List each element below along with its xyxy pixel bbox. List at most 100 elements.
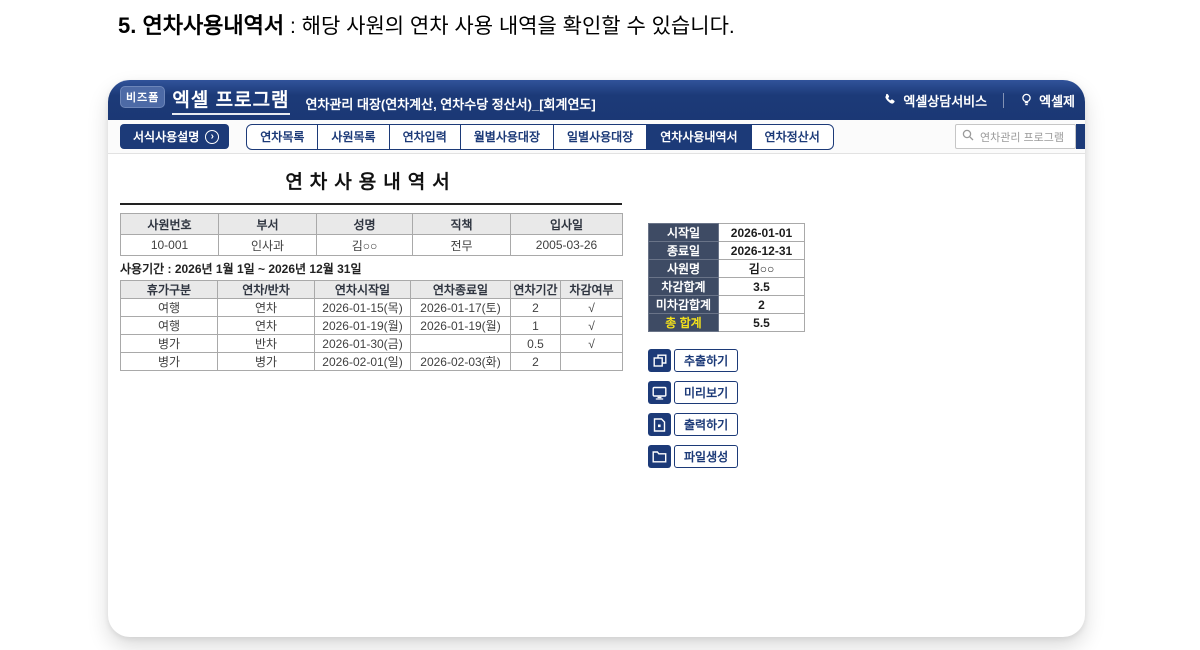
- page-heading-title: 5. 연차사용내역서: [118, 13, 285, 38]
- summary-label: 차감합계: [648, 277, 719, 296]
- summary-value: 3.5: [718, 277, 805, 296]
- table-cell: √: [560, 316, 623, 335]
- extract-button[interactable]: 추출하기: [648, 349, 808, 372]
- print-button-label: 출력하기: [674, 413, 739, 436]
- nav-row: 서식사용설명 › 연차목록 사원목록 연차입력 월별사용대장 일별사용대장 연차…: [108, 120, 1085, 154]
- page-heading-desc: : 해당 사원의 연차 사용 내역을 확인할 수 있습니다.: [284, 15, 735, 38]
- usage-period-label: 사용기간 : 2026년 1월 1일 ~ 2026년 12월 31일: [120, 262, 362, 276]
- excel-link[interactable]: 엑셀제: [1020, 91, 1075, 110]
- usage-row: 병가 병가 2026-02-01(일) 2026-02-03(화) 2: [120, 352, 623, 371]
- usage-row: 여행 연차 2026-01-19(월) 2026-01-19(월) 1 √: [120, 316, 623, 335]
- table-cell: 2026-01-17(토): [410, 298, 511, 317]
- usage-row: 병가 반차 2026-01-30(금) 0.5 √: [120, 334, 623, 353]
- column-header: 휴가구분: [120, 280, 218, 299]
- tab-settlement[interactable]: 연차정산서: [750, 124, 833, 149]
- table-cell: √: [560, 334, 623, 353]
- tab-employee-list[interactable]: 사원목록: [317, 124, 388, 149]
- consult-service-link[interactable]: 엑셀상담서비스: [883, 91, 987, 110]
- search-placeholder: 연차관리 프로그램: [980, 131, 1065, 144]
- summary-row: 사원명 김○○: [648, 259, 805, 278]
- employee-header-row: 사원번호 부서 성명 직책 입사일: [120, 213, 623, 235]
- column-header: 연차기간: [510, 280, 561, 299]
- table-cell: 반차: [217, 334, 315, 353]
- column-header: 성명: [316, 213, 413, 235]
- file-create-icon: [648, 445, 671, 468]
- search-input[interactable]: 연차관리 프로그램: [955, 124, 1076, 149]
- column-header: 연차종료일: [410, 280, 511, 299]
- preview-icon: [648, 381, 671, 404]
- summary-table: 시작일 2026-01-01 종료일 2026-12-31 사원명 김○○ 차감…: [648, 223, 805, 332]
- table-cell: √: [560, 298, 623, 317]
- phone-icon: [883, 93, 897, 107]
- table-cell: 연차: [217, 316, 315, 335]
- table-cell: 2026-01-19(월): [410, 316, 511, 335]
- header-links: 엑셀상담서비스 엑셀제: [883, 91, 1075, 110]
- table-cell: [560, 352, 623, 371]
- table-cell: 2026-01-15(목): [314, 298, 411, 317]
- tab-leave-list[interactable]: 연차목록: [247, 125, 317, 149]
- extract-icon: [648, 349, 671, 372]
- arrow-circle-icon: ›: [205, 129, 220, 144]
- tab-usage-report[interactable]: 연차사용내역서: [646, 124, 751, 149]
- table-cell: 1: [510, 316, 561, 335]
- search-icon: [962, 128, 974, 146]
- summary-label: 시작일: [648, 223, 719, 242]
- employee-table: 사원번호 부서 성명 직책 입사일 10-001 인사과 김○○ 전무 2005…: [120, 213, 623, 256]
- column-header: 연차/반차: [217, 280, 315, 299]
- action-buttons: 추출하기 미리보기 출력하기 파일생성: [648, 349, 808, 468]
- file-create-button[interactable]: 파일생성: [648, 445, 808, 468]
- column-header: 직책: [412, 213, 511, 235]
- tab-bar: 연차목록 사원목록 연차입력 월별사용대장 일별사용대장 연차사용내역서 연차정…: [246, 123, 834, 150]
- usage-row: 여행 연차 2026-01-15(목) 2026-01-17(토) 2 √: [120, 298, 623, 317]
- tab-monthly-ledger[interactable]: 월별사용대장: [459, 124, 553, 149]
- summary-column: 시작일 2026-01-01 종료일 2026-12-31 사원명 김○○ 차감…: [648, 223, 808, 468]
- file-create-button-label: 파일생성: [674, 445, 739, 468]
- app-subtitle: 연차관리 대장(연차계산, 연차수당 정산서)_[회계연도]: [305, 96, 596, 112]
- summary-value: 2026-01-01: [718, 223, 805, 242]
- page: 5. 연차사용내역서 : 해당 사원의 연차 사용 내역을 확인할 수 있습니다…: [0, 0, 1200, 650]
- table-cell: 2026-01-30(금): [314, 334, 411, 353]
- main-content: 연차사용내역서 사원번호 부서 성명 직책 입사일 10-001 인사과 김○○: [108, 167, 1085, 468]
- print-icon: [648, 413, 671, 436]
- tab-leave-input[interactable]: 연차입력: [388, 124, 460, 149]
- excel-link-label: 엑셀제: [1039, 93, 1075, 109]
- preview-button[interactable]: 미리보기: [648, 381, 808, 404]
- usage-table: 휴가구분 연차/반차 연차시작일 연차종료일 연차기간 차감여부 여행 연차 2…: [120, 280, 623, 371]
- summary-value: 2026-12-31: [718, 241, 805, 260]
- usage-header-row: 휴가구분 연차/반차 연차시작일 연차종료일 연차기간 차감여부: [120, 280, 623, 299]
- document-title: 연차사용내역서: [120, 167, 622, 205]
- table-cell: 2: [510, 298, 561, 317]
- app-window: 비즈폼 엑셀 프로그램 연차관리 대장(연차계산, 연차수당 정산서)_[회계연…: [108, 80, 1085, 637]
- table-cell: 병가: [120, 352, 218, 371]
- table-cell: 여행: [120, 298, 218, 317]
- summary-value: 김○○: [718, 259, 805, 278]
- column-header: 입사일: [510, 213, 623, 235]
- table-cell: 연차: [217, 298, 315, 317]
- consult-service-label: 엑셀상담서비스: [903, 93, 988, 109]
- summary-row: 총 합계 5.5: [648, 313, 805, 332]
- bulb-icon: [1020, 93, 1033, 107]
- summary-total-label: 총 합계: [648, 313, 719, 332]
- table-cell: [410, 334, 511, 353]
- guide-button[interactable]: 서식사용설명 ›: [120, 124, 230, 149]
- bizform-logo: 비즈폼: [120, 86, 166, 108]
- search-button[interactable]: [1076, 124, 1085, 149]
- summary-row: 미차감합계 2: [648, 295, 805, 314]
- column-header: 부서: [218, 213, 317, 235]
- print-button[interactable]: 출력하기: [648, 413, 808, 436]
- table-cell: 여행: [120, 316, 218, 335]
- app-header: 비즈폼 엑셀 프로그램 연차관리 대장(연차계산, 연차수당 정산서)_[회계연…: [108, 80, 1085, 120]
- tab-daily-ledger[interactable]: 일별사용대장: [553, 124, 646, 149]
- extract-button-label: 추출하기: [674, 349, 739, 372]
- table-cell: 0.5: [510, 334, 561, 353]
- table-cell: 10-001: [120, 234, 219, 256]
- column-header: 연차시작일: [314, 280, 411, 299]
- table-cell: 김○○: [316, 234, 413, 256]
- guide-button-label: 서식사용설명: [133, 130, 200, 144]
- column-header: 사원번호: [120, 213, 219, 235]
- employee-data-row: 10-001 인사과 김○○ 전무 2005-03-26: [120, 234, 623, 256]
- table-cell: 병가: [217, 352, 315, 371]
- summary-row: 차감합계 3.5: [648, 277, 805, 296]
- summary-row: 종료일 2026-12-31: [648, 241, 805, 260]
- table-cell: 2026-02-01(일): [314, 352, 411, 371]
